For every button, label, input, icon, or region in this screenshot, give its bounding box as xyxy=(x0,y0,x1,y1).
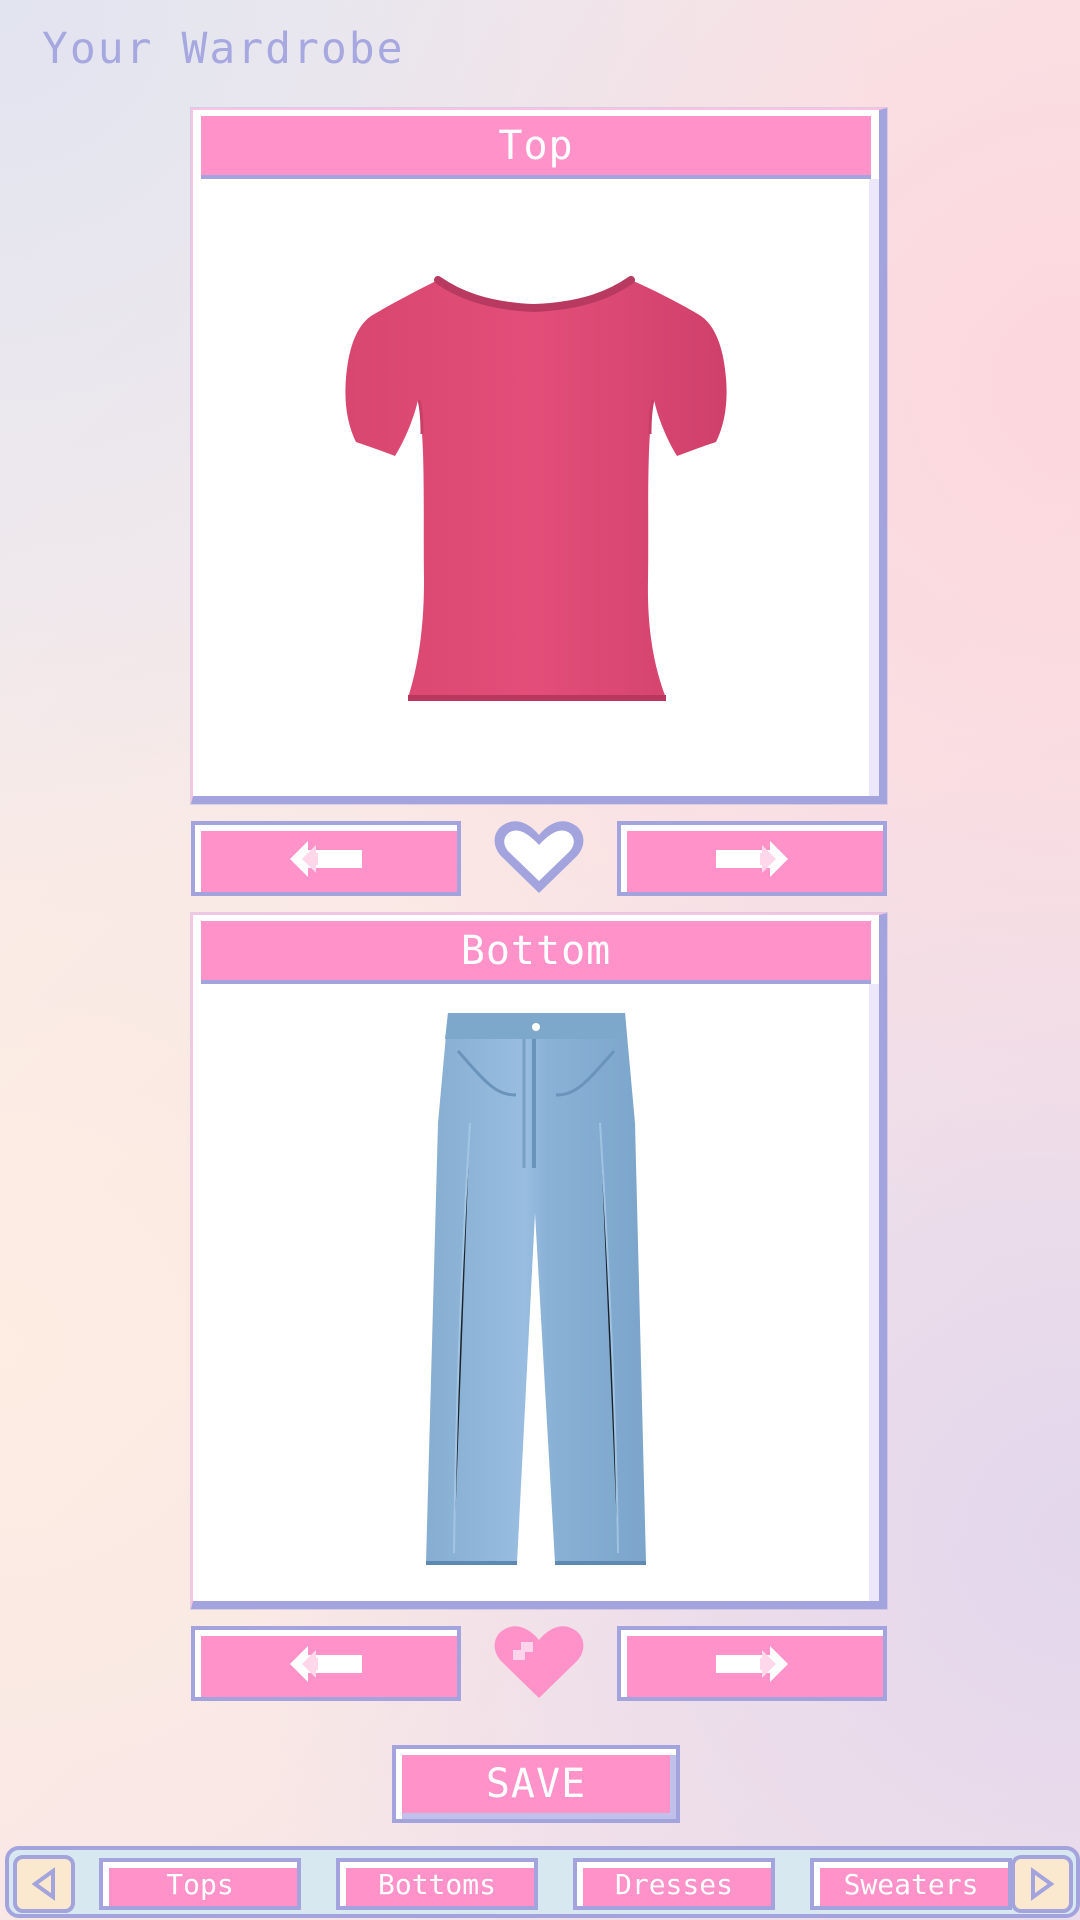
top-item-image xyxy=(193,180,879,796)
heart-icon xyxy=(494,1626,584,1698)
heart-icon xyxy=(494,821,584,893)
top-panel: Top xyxy=(191,108,887,804)
category-tab-label: Bottoms xyxy=(377,1867,496,1901)
category-next-button[interactable] xyxy=(1011,1855,1073,1913)
category-tab-bottoms[interactable]: Bottoms xyxy=(336,1858,538,1910)
top-favorite-heart[interactable] xyxy=(491,817,587,899)
bottom-panel: Bottom xyxy=(191,913,887,1609)
category-tab-sweaters[interactable]: Sweaters xyxy=(810,1858,1012,1910)
bottom-prev-button[interactable] xyxy=(191,1626,461,1701)
category-tab-label: Sweaters xyxy=(843,1867,979,1901)
left-arrow-icon xyxy=(290,1645,362,1682)
category-tab-label: Dresses xyxy=(614,1867,733,1901)
top-panel-header: Top xyxy=(201,116,871,179)
jeans-icon xyxy=(426,1013,646,1565)
category-prev-button[interactable] xyxy=(13,1855,75,1913)
right-arrow-icon xyxy=(716,840,788,877)
bottom-item-image xyxy=(193,985,879,1601)
t-shirt-icon xyxy=(345,276,727,701)
category-bar: Tops Bottoms Dresses Sweaters xyxy=(5,1846,1080,1918)
bottom-panel-header: Bottom xyxy=(201,921,871,984)
save-button-label: SAVE xyxy=(485,1761,587,1807)
bottom-panel-label: Bottom xyxy=(460,927,612,974)
category-tab-tops[interactable]: Tops xyxy=(99,1858,301,1910)
category-tab-label: Tops xyxy=(166,1867,234,1901)
top-next-button[interactable] xyxy=(617,821,887,896)
save-button[interactable]: SAVE xyxy=(392,1745,680,1823)
left-triangle-icon xyxy=(31,1867,55,1901)
left-arrow-icon xyxy=(290,840,362,877)
category-tabs: Tops Bottoms Dresses Sweaters xyxy=(99,1858,1019,1910)
page-title: Your Wardrobe xyxy=(42,24,405,74)
bottom-favorite-heart[interactable] xyxy=(491,1622,587,1704)
right-triangle-icon xyxy=(1031,1867,1055,1901)
top-panel-label: Top xyxy=(498,122,574,169)
bottom-next-button[interactable] xyxy=(617,1626,887,1701)
right-arrow-icon xyxy=(716,1645,788,1682)
top-prev-button[interactable] xyxy=(191,821,461,896)
category-tab-dresses[interactable]: Dresses xyxy=(573,1858,775,1910)
